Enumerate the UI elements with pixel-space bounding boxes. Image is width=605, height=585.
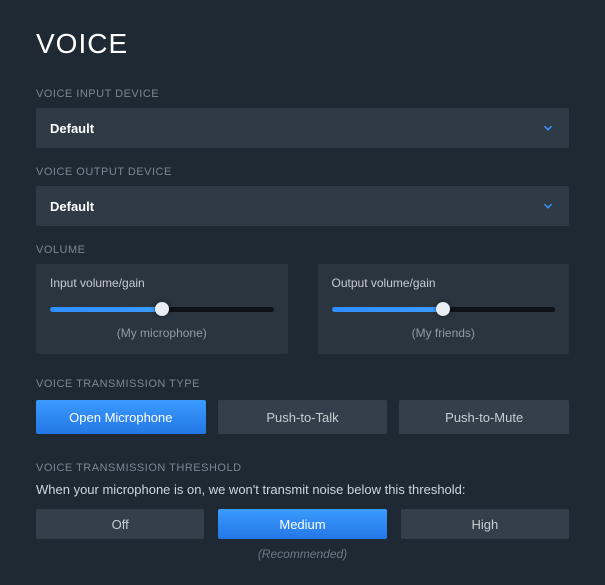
threshold-recommended: (Recommended) [36,547,569,561]
threshold-off-button[interactable]: Off [36,509,204,539]
transmission-type-row: Open Microphone Push-to-Talk Push-to-Mut… [36,400,569,434]
output-volume-caption: (My friends) [332,326,556,340]
threshold-row: Off Medium High [36,509,569,539]
output-device-dropdown[interactable]: Default [36,186,569,226]
threshold-label: VOICE TRANSMISSION THRESHOLD [36,462,569,474]
output-volume-slider[interactable] [332,302,556,316]
threshold-high-button[interactable]: High [401,509,569,539]
output-volume-thumb[interactable] [436,302,450,316]
chevron-down-icon [541,121,555,135]
transmission-type-label: VOICE TRANSMISSION TYPE [36,378,569,390]
transmission-push-to-talk-button[interactable]: Push-to-Talk [218,400,388,434]
input-device-label: VOICE INPUT DEVICE [36,88,569,100]
input-volume-title: Input volume/gain [50,276,274,290]
threshold-medium-button[interactable]: Medium [218,509,386,539]
input-volume-slider[interactable] [50,302,274,316]
transmission-open-mic-button[interactable]: Open Microphone [36,400,206,434]
input-volume-thumb[interactable] [155,302,169,316]
output-volume-fill [332,307,444,312]
threshold-description: When your microphone is on, we won't tra… [36,482,569,497]
input-volume-caption: (My microphone) [50,326,274,340]
input-device-value: Default [50,121,94,136]
input-device-dropdown[interactable]: Default [36,108,569,148]
output-device-value: Default [50,199,94,214]
chevron-down-icon [541,199,555,213]
volume-label: VOLUME [36,244,569,256]
output-volume-box: Output volume/gain (My friends) [318,264,570,354]
voice-settings-panel: VOICE VOICE INPUT DEVICE Default VOICE O… [0,0,605,561]
page-title: VOICE [36,28,569,60]
input-volume-box: Input volume/gain (My microphone) [36,264,288,354]
input-volume-fill [50,307,162,312]
transmission-push-to-mute-button[interactable]: Push-to-Mute [399,400,569,434]
volume-row: Input volume/gain (My microphone) Output… [36,264,569,354]
output-device-label: VOICE OUTPUT DEVICE [36,166,569,178]
output-volume-title: Output volume/gain [332,276,556,290]
